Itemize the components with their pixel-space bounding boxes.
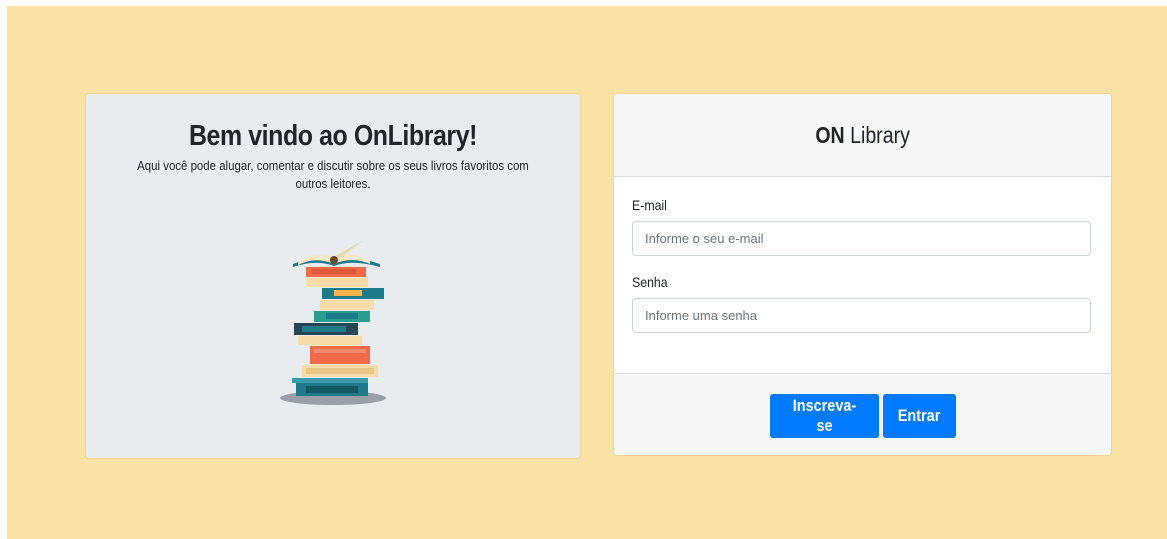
signup-button[interactable]: Inscreva-se bbox=[769, 394, 879, 438]
login-button-label: Entrar bbox=[897, 406, 941, 425]
welcome-card: Bem vindo ao OnLibrary! Aqui você pode a… bbox=[85, 93, 581, 459]
login-card: ON Library E-mail Senha Inscreva-se Entr… bbox=[613, 93, 1112, 456]
brand-rest: Library bbox=[844, 121, 910, 148]
page-background: Bem vindo ao OnLibrary! Aqui você pode a… bbox=[7, 6, 1167, 539]
password-label: Senha bbox=[632, 274, 668, 290]
login-card-header: ON Library bbox=[614, 94, 1111, 177]
email-field[interactable] bbox=[632, 221, 1091, 256]
welcome-title: Bem vindo ao OnLibrary! bbox=[188, 120, 478, 152]
login-button[interactable]: Entrar bbox=[882, 394, 956, 438]
brand-bold: ON bbox=[815, 121, 845, 148]
brand-title: ON Library bbox=[815, 122, 910, 149]
password-field[interactable] bbox=[632, 298, 1091, 333]
login-form: E-mail Senha bbox=[614, 177, 1111, 357]
books-stack-icon bbox=[280, 240, 386, 405]
login-card-footer: Inscreva-se Entrar bbox=[614, 373, 1111, 455]
email-label: E-mail bbox=[632, 197, 667, 213]
welcome-description: Aqui você pode alugar, comentar e discut… bbox=[137, 158, 529, 191]
signup-button-label: Inscreva-se bbox=[792, 396, 856, 435]
